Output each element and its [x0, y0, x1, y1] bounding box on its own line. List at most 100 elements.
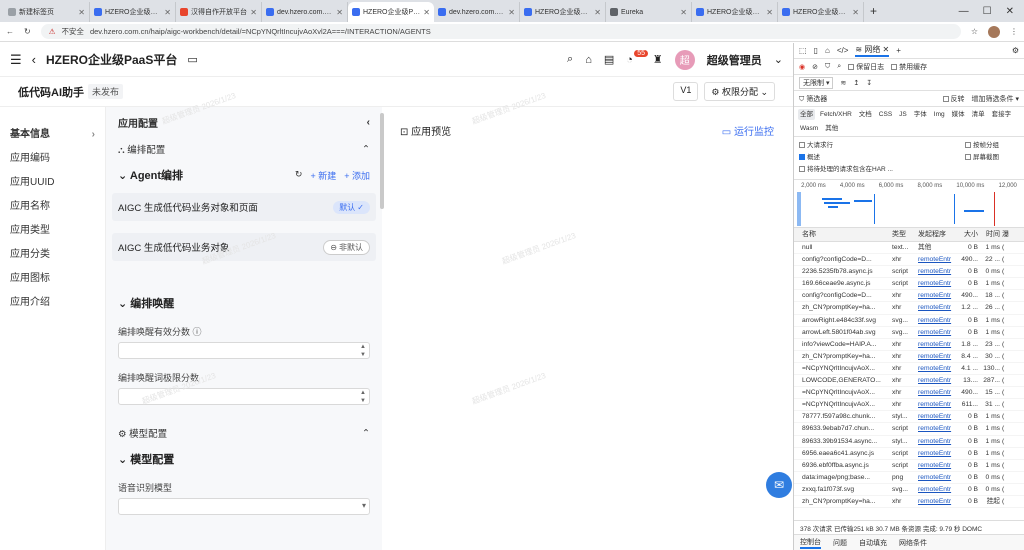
agent-item[interactable]: AIGC 生成低代码业务对象和页面 默认 ✓ — [112, 193, 376, 221]
assistant-fab[interactable]: ✉ — [766, 472, 792, 498]
table-row[interactable]: zh_CN?promptKey=ha... xhr remoteEntr 0 B 挂起( — [794, 496, 1024, 509]
drawer-tab-network-conditions[interactable]: 网络条件 — [899, 538, 927, 548]
checkbox[interactable] — [799, 166, 805, 173]
chevron-up-icon[interactable]: ⌃ — [362, 144, 370, 155]
nav-app-icon[interactable]: 应用图标 — [0, 267, 105, 291]
disable-cache[interactable]: 禁用缓存 — [891, 62, 927, 72]
search-icon[interactable]: ⌕ — [837, 63, 841, 71]
nav-app-type[interactable]: 应用类型 — [0, 219, 105, 243]
checkbox[interactable] — [799, 142, 805, 149]
wifi-icon[interactable]: ≋ — [840, 79, 846, 87]
home-icon[interactable]: ⌂ — [585, 54, 592, 66]
table-row[interactable]: LOWCODE,GENERATO... xhr remoteEntr 13.... 28… — [794, 375, 1024, 388]
hamburger-icon[interactable]: ☰ — [10, 52, 22, 68]
checkbox[interactable] — [965, 154, 971, 161]
browser-tab[interactable]: dev.hzero.com.cn/v ✕ — [434, 2, 520, 22]
table-row[interactable]: 89633.9ebab7d7.chun... script remoteEntr 0 … — [794, 423, 1024, 436]
upload-icon[interactable]: ↥ — [853, 79, 859, 87]
request-initiator[interactable]: remoteEntr — [918, 315, 958, 326]
request-initiator[interactable]: remoteEntr — [918, 411, 958, 422]
col-initiator[interactable]: 发起程序 — [918, 228, 958, 241]
device-icon[interactable]: ▯ — [814, 46, 818, 55]
stepper-icon[interactable]: ▲ ▼ — [360, 343, 366, 359]
minimize-icon[interactable]: — — [959, 6, 969, 17]
table-row[interactable]: 89633.39b91534.async... styl... remoteEntr… — [794, 436, 1024, 448]
request-initiator[interactable]: remoteEntr — [918, 363, 958, 374]
default-chip[interactable]: 默认 ✓ — [333, 200, 370, 214]
chevron-up-icon[interactable]: ⌃ — [362, 428, 370, 439]
request-initiator[interactable]: remoteEntr — [918, 254, 958, 265]
elements-icon[interactable]: </> — [837, 46, 849, 55]
col-name[interactable]: 名称 — [794, 228, 892, 241]
tab-network[interactable]: ≋ 网络 ✕ — [855, 44, 890, 57]
nav-app-code[interactable]: 应用编码 — [0, 147, 105, 171]
browser-tab[interactable]: HZERO企业级PaaS平✕ — [778, 2, 864, 22]
menu-icon[interactable]: ⋮ — [1010, 27, 1018, 36]
home-icon[interactable]: ⌂ — [825, 46, 830, 55]
type-filter[interactable]: Fetch/XHR — [818, 109, 854, 120]
more-filters[interactable]: 增加筛选条件 ▾ — [972, 94, 1019, 104]
nav-basic-info[interactable]: 基本信息 › — [0, 123, 105, 147]
close-tab-icon[interactable]: ✕ — [766, 8, 773, 17]
table-row[interactable]: 78777.f597a98c.chunk... styl... remoteEntr… — [794, 411, 1024, 424]
monitor-icon[interactable]: ▭ — [187, 53, 197, 66]
add-agent-button[interactable]: + 添加 — [344, 169, 370, 182]
settings-icon[interactable]: ⚙ — [1012, 46, 1019, 55]
search-icon[interactable]: ⌕ — [567, 53, 573, 66]
checkbox[interactable] — [799, 154, 805, 161]
wake-limit-input[interactable]: ▲ ▼ — [118, 388, 370, 405]
refresh-icon[interactable]: ↻ — [295, 169, 303, 182]
permission-button[interactable]: ⚙ 权限分配 ⌄ — [704, 82, 775, 101]
browser-tab[interactable]: HZERO企业级PaaS平✕ — [90, 2, 176, 22]
table-row[interactable]: arrowLeft.5801f04ab.svg svg... remoteEntr 0… — [794, 327, 1024, 339]
help-icon[interactable]: ⓘ — [193, 327, 202, 337]
reload-icon[interactable]: ↻ — [24, 27, 31, 36]
close-tab-icon[interactable]: ✕ — [164, 8, 171, 17]
asr-select[interactable]: ▾ — [118, 498, 370, 515]
new-tab-button[interactable]: + — [870, 4, 877, 18]
close-tab-icon[interactable]: ✕ — [508, 8, 515, 17]
chevron-down-icon[interactable]: ⌄ — [774, 53, 783, 66]
option-har[interactable]: 将待处理的请求包含在HAR ... — [799, 166, 893, 173]
wake-score-input[interactable]: ▲ ▼ — [118, 342, 370, 359]
request-initiator[interactable]: remoteEntr — [918, 472, 958, 483]
table-row[interactable]: null text... 其他 0 B 1 ms( — [794, 242, 1024, 255]
type-filter[interactable]: 文档 — [857, 109, 874, 120]
request-initiator[interactable]: remoteEntr — [918, 351, 958, 362]
browser-tab[interactable]: 汉得自作开放平台 ✕ — [176, 2, 262, 22]
preserve-log[interactable]: 保留日志 — [848, 62, 884, 72]
checkbox[interactable] — [848, 63, 855, 70]
model-section-head[interactable]: ⚙ 模型配置 ⌃ — [112, 421, 376, 445]
request-initiator[interactable]: remoteEntr — [918, 266, 958, 277]
request-initiator[interactable]: remoteEntr — [918, 375, 958, 386]
option-screenshot[interactable]: 屏幕截图 — [965, 152, 999, 164]
option-big-rows[interactable]: 大请求行 — [799, 140, 833, 152]
orchestration-section-head[interactable]: ⛬ 编排配置 ⌃ — [112, 137, 376, 161]
close-tab-icon[interactable]: ✕ — [852, 8, 859, 17]
nav-app-uuid[interactable]: 应用UUID — [0, 171, 105, 195]
filter-input[interactable]: ⛉ 筛选器 — [799, 94, 936, 104]
checkbox[interactable] — [942, 95, 949, 102]
agent-item[interactable]: AIGC 生成低代码业务对象 ⊖ 非默认 — [112, 233, 376, 261]
close-tab-icon[interactable]: ✕ — [250, 8, 257, 17]
request-initiator[interactable]: remoteEntr — [918, 484, 958, 495]
type-filter[interactable]: 字体 — [912, 109, 929, 120]
nav-app-name[interactable]: 应用名称 — [0, 195, 105, 219]
collapse-left-icon[interactable]: ‹ — [367, 117, 370, 128]
option-group-frame[interactable]: 按帧分组 — [965, 140, 999, 152]
table-row[interactable]: config?configCode=D... xhr remoteEntr 490..… — [794, 290, 1024, 303]
filter-icon[interactable]: ⛉ — [825, 63, 830, 71]
drawer-tab-console[interactable]: 控制台 — [800, 537, 821, 549]
table-row[interactable]: data:image/png;base... png remoteEntr 0 B 0 … — [794, 472, 1024, 484]
avatar[interactable]: 超 — [674, 49, 695, 70]
request-initiator[interactable]: remoteEntr — [918, 496, 958, 507]
url-field[interactable]: ⚠ 不安全 dev.hzero.com.cn/haip/aigc-workben… — [40, 24, 961, 39]
table-row[interactable]: config?configCode=D... xhr remoteEntr 490..… — [794, 254, 1024, 267]
col-type[interactable]: 类型 — [892, 228, 918, 241]
type-filter[interactable]: 其他 — [823, 123, 840, 134]
table-row[interactable]: arrowRight.e484c33f.svg svg... remoteEntr 0… — [794, 315, 1024, 327]
request-initiator[interactable]: remoteEntr — [918, 399, 958, 410]
type-filter[interactable]: 媒体 — [950, 109, 967, 120]
nav-app-category[interactable]: 应用分类 — [0, 243, 105, 267]
browser-tab[interactable]: HZERO企业级PaaS平✕ — [348, 2, 434, 22]
